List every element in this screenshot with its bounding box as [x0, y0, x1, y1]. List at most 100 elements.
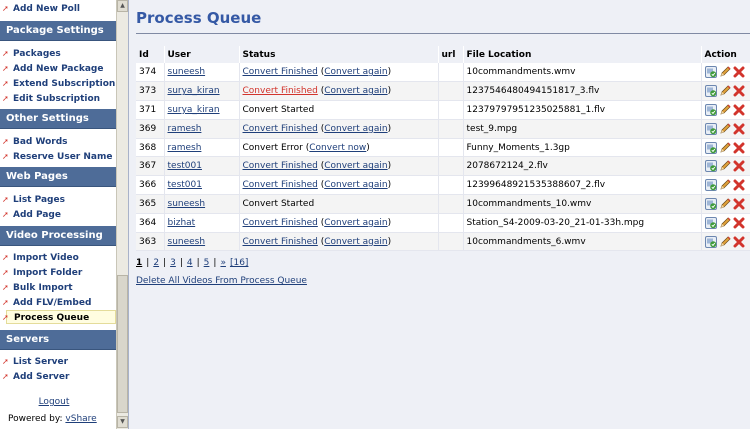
status-text[interactable]: Convert Finished: [243, 67, 318, 77]
status-text[interactable]: Convert Finished: [243, 218, 318, 228]
sidebar-item-reserve-user-name[interactable]: ➚ Reserve User Name: [0, 150, 116, 164]
cell-status: Convert Started: [239, 194, 439, 214]
page-link[interactable]: 5: [204, 258, 210, 268]
sidebar-item-bad-words[interactable]: ➚ Bad Words: [0, 135, 116, 149]
scroll-up-icon[interactable]: ▲: [117, 0, 128, 12]
sidebar-item-import-folder[interactable]: ➚ Import Folder: [0, 266, 116, 280]
delete-icon[interactable]: [733, 236, 745, 248]
delete-icon[interactable]: [733, 179, 745, 191]
logout-link[interactable]: Logout: [0, 397, 108, 407]
convert-icon[interactable]: [704, 141, 717, 154]
sidebar-scrollbar[interactable]: ▲ ▼: [116, 0, 128, 429]
convert-icon[interactable]: [704, 216, 717, 229]
scroll-down-icon[interactable]: ▼: [117, 416, 128, 428]
edit-pencil-icon[interactable]: [719, 104, 731, 116]
user-link[interactable]: test001: [168, 161, 202, 171]
page-link[interactable]: 2: [153, 258, 159, 268]
convert-icon[interactable]: [704, 179, 717, 192]
sidebar-item-add-server[interactable]: ➚ Add Server: [0, 370, 116, 384]
cell-action: [701, 81, 750, 102]
convert-action-link[interactable]: Convert again: [324, 86, 387, 96]
status-text[interactable]: Convert Finished: [243, 237, 318, 247]
convert-icon[interactable]: [704, 235, 717, 248]
sidebar-item-bulk-import[interactable]: ➚ Bulk Import: [0, 281, 116, 295]
sidebar-section-web-pages: Web Pages: [0, 167, 116, 187]
sidebar-item-list-server[interactable]: ➚ List Server: [0, 355, 116, 369]
user-link[interactable]: ramesh: [168, 124, 202, 134]
table-row: 371 surya_kiran Convert Started 12379797951…: [136, 100, 750, 120]
delete-icon[interactable]: [733, 85, 745, 97]
delete-icon[interactable]: [733, 104, 745, 116]
sidebar-item-add-flv-embed[interactable]: ➚ Add FLV/Embed: [0, 296, 116, 310]
delete-icon[interactable]: [733, 142, 745, 154]
user-link[interactable]: surya_kiran: [168, 86, 220, 96]
delete-icon[interactable]: [733, 217, 745, 229]
sidebar-item-add-new-poll[interactable]: ➚ Add New Poll: [0, 2, 116, 16]
cell-id: 364: [136, 213, 165, 233]
convert-icon[interactable]: [704, 66, 717, 79]
delete-icon[interactable]: [733, 198, 745, 210]
edit-pencil-icon[interactable]: [719, 236, 731, 248]
convert-action-link[interactable]: Convert again: [324, 161, 387, 171]
sidebar-item-add-new-package[interactable]: ➚ Add New Package: [0, 62, 116, 76]
cell-action: [701, 232, 750, 252]
scrollbar-thumb[interactable]: [117, 275, 128, 413]
convert-action-link[interactable]: Convert again: [324, 67, 387, 77]
sidebar-item-process-queue[interactable]: ➚ Process Queue: [2, 310, 116, 324]
page-link[interactable]: [16]: [230, 258, 248, 268]
status-text[interactable]: Convert Finished: [243, 124, 318, 134]
cell-id: 363: [136, 232, 165, 252]
convert-action-link[interactable]: Convert again: [324, 237, 387, 247]
cell-status: Convert Started: [239, 100, 439, 120]
edit-pencil-icon[interactable]: [719, 85, 731, 97]
convert-action-link[interactable]: Convert again: [324, 124, 387, 134]
delete-all-videos-link[interactable]: Delete All Videos From Process Queue: [136, 276, 307, 286]
edit-pencil-icon[interactable]: [719, 198, 731, 210]
cell-user: bizhat: [164, 213, 240, 233]
status-text[interactable]: Convert Finished: [243, 161, 318, 171]
cell-status: Convert Finished (Convert again): [239, 63, 439, 83]
user-link[interactable]: suneesh: [168, 67, 206, 77]
sidebar-item-import-video[interactable]: ➚ Import Video: [0, 251, 116, 265]
edit-pencil-icon[interactable]: [719, 217, 731, 229]
cell-user: suneesh: [164, 232, 240, 252]
status-text[interactable]: Convert Finished: [243, 180, 318, 190]
convert-icon[interactable]: [704, 160, 717, 173]
edit-pencil-icon[interactable]: [719, 123, 731, 135]
user-link[interactable]: surya_kiran: [168, 105, 220, 115]
sidebar-item-extend-subscription[interactable]: ➚ Extend Subscription: [0, 77, 116, 91]
cell-id: 369: [136, 119, 165, 139]
page-link[interactable]: 3: [170, 258, 176, 268]
convert-icon[interactable]: [704, 103, 717, 116]
user-link[interactable]: suneesh: [168, 237, 206, 247]
delete-icon[interactable]: [733, 123, 745, 135]
convert-action-link[interactable]: Convert again: [324, 180, 387, 190]
status-text[interactable]: Convert Finished: [243, 86, 318, 96]
edit-pencil-icon[interactable]: [719, 160, 731, 172]
convert-icon[interactable]: [704, 85, 717, 98]
convert-icon[interactable]: [704, 122, 717, 135]
sidebar-section-package-settings: Package Settings: [0, 21, 116, 41]
user-link[interactable]: suneesh: [168, 199, 206, 209]
sidebar-item-list-pages[interactable]: ➚ List Pages: [0, 193, 116, 207]
vshare-link[interactable]: vShare: [65, 414, 96, 424]
delete-icon[interactable]: [733, 160, 745, 172]
page-link[interactable]: »: [220, 258, 226, 268]
sidebar-item-add-page[interactable]: ➚ Add Page: [0, 208, 116, 222]
convert-action-link[interactable]: Convert now: [309, 143, 366, 153]
edit-pencil-icon[interactable]: [719, 66, 731, 78]
user-link[interactable]: ramesh: [168, 143, 202, 153]
row-actions: [704, 197, 750, 210]
sidebar-item-packages[interactable]: ➚ Packages: [0, 47, 116, 61]
edit-pencil-icon[interactable]: [719, 142, 731, 154]
convert-action-link[interactable]: Convert again: [324, 218, 387, 228]
user-link[interactable]: bizhat: [168, 218, 196, 228]
delete-icon[interactable]: [733, 66, 745, 78]
page-link[interactable]: 4: [187, 258, 193, 268]
sidebar-item-edit-subscription[interactable]: ➚ Edit Subscription: [0, 92, 116, 106]
user-link[interactable]: test001: [168, 180, 202, 190]
edit-pencil-icon[interactable]: [719, 179, 731, 191]
cell-user: surya_kiran: [164, 81, 240, 102]
convert-icon[interactable]: [704, 197, 717, 210]
sidebar-item-label: Import Video: [13, 253, 79, 263]
